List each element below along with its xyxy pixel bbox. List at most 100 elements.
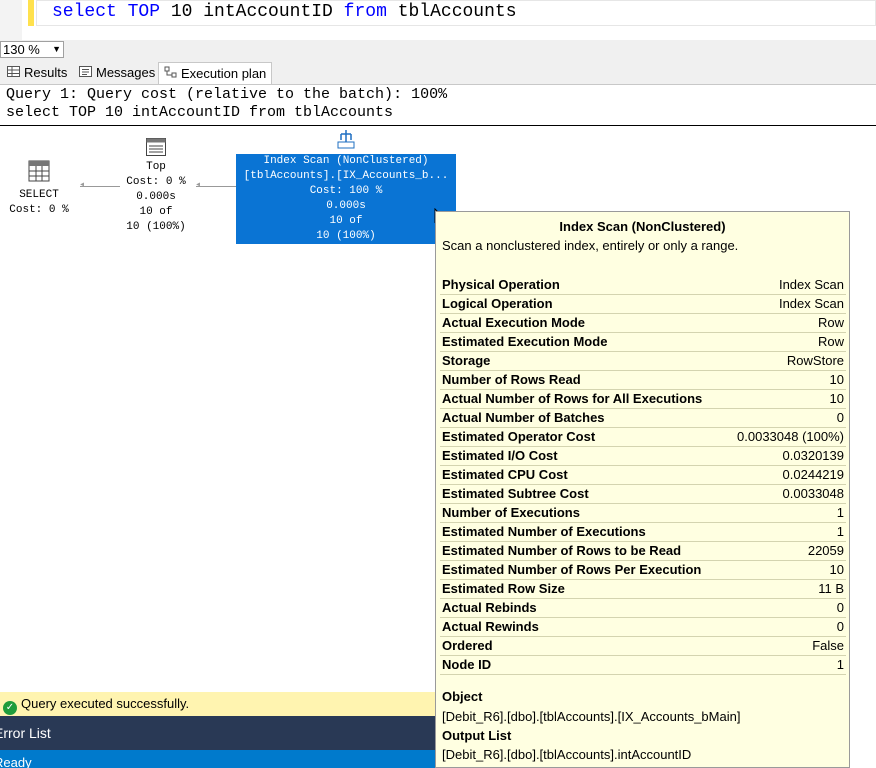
tooltip-row-key: Number of Executions <box>440 503 726 523</box>
index-scan-cost: Cost: 100 % <box>309 185 383 197</box>
check-icon: ✓ <box>3 701 17 715</box>
tooltip-row-key: Estimated I/O Cost <box>440 446 726 466</box>
zoom-select[interactable]: 130 % ▼ <box>0 41 64 58</box>
query-table: tblAccounts <box>386 2 517 22</box>
keyword-select: select <box>52 2 117 22</box>
tooltip-row-value: Row <box>725 313 846 333</box>
top-node-rows: 10 of <box>139 206 173 218</box>
top-node-label: Top <box>146 161 166 173</box>
top-node-time: 0.000s <box>136 191 176 203</box>
tooltip-row: Estimated I/O Cost 0.0320139 <box>440 446 846 466</box>
arrow-head-icon: ◂ <box>78 180 86 191</box>
tooltip-row-value: 1 <box>725 503 846 523</box>
arrow-head-icon: ◂ <box>194 180 202 191</box>
error-list-panel[interactable]: Error List <box>0 716 435 750</box>
tooltip-row-key: Estimated Number of Rows Per Execution <box>440 560 726 580</box>
index-scan-icon <box>334 128 358 150</box>
top-node-cost: Cost: 0 % <box>126 176 186 188</box>
tooltip-row-key: Node ID <box>440 655 726 675</box>
tooltip-row-key: Number of Rows Read <box>440 370 726 390</box>
plan-arrow-2 <box>196 186 236 187</box>
tab-messages-label: Messages <box>96 65 156 80</box>
tooltip-row-key: Estimated Row Size <box>440 579 726 599</box>
query-status-message: Query executed successfully. <box>21 696 190 711</box>
query-cost-header: Query 1: Query cost (relative to the bat… <box>6 86 447 122</box>
tooltip-row-key: Ordered <box>440 636 726 656</box>
tooltip-row-value: 0 <box>725 598 846 618</box>
plan-arrow <box>80 186 120 187</box>
tooltip-row-value: Index Scan <box>725 294 846 314</box>
tooltip-row-key: Logical Operation <box>440 294 726 314</box>
query-statement-line: select TOP 10 intAccountID from tblAccou… <box>6 104 394 121</box>
query-cost-line: Query 1: Query cost (relative to the bat… <box>6 86 448 103</box>
tooltip-row-value: 11 B <box>725 579 846 599</box>
index-scan-object: [tblAccounts].[IX_Accounts_b... <box>243 170 449 182</box>
tooltip-row-value: 0.0033048 <box>725 484 846 504</box>
messages-icon <box>79 62 92 84</box>
tooltip-row-key: Actual Rebinds <box>440 598 726 618</box>
top-node-pct: 10 (100%) <box>126 221 186 233</box>
header-divider <box>0 125 876 126</box>
tooltip-object-value: [Debit_R6].[dbo].[tblAccounts].[IX_Accou… <box>442 709 741 724</box>
query-editor[interactable]: select TOP 10 intAccountID from tblAccou… <box>0 0 876 40</box>
tooltip-row: Estimated Execution Mode Row <box>440 332 846 352</box>
index-scan-pct: 10 (100%) <box>316 230 376 242</box>
select-node[interactable]: SELECT Cost: 0 % <box>4 160 74 218</box>
chevron-down-icon: ▼ <box>52 44 61 54</box>
query-status-bar: ✓ Query executed successfully. <box>0 692 435 716</box>
keyword-top: TOP <box>127 2 161 22</box>
tooltip-row: Estimated Subtree Cost 0.0033048 <box>440 484 846 504</box>
tooltip-row-key: Storage <box>440 351 726 371</box>
tooltip-row: Physical Operation Index Scan <box>440 276 846 295</box>
ready-label: Ready <box>0 755 32 768</box>
tooltip-properties: Physical Operation Index Scan Logical Oper… <box>440 276 846 675</box>
query-text[interactable]: select TOP 10 intAccountID from tblAccou… <box>52 2 517 22</box>
tooltip-row-value: 10 <box>725 370 846 390</box>
tooltip-row: Estimated Number of Executions 1 <box>440 522 846 542</box>
tooltip-row-key: Physical Operation <box>440 276 726 295</box>
tooltip-row-value: RowStore <box>725 351 846 371</box>
tooltip-row: Actual Number of Rows for All Executions… <box>440 389 846 409</box>
index-scan-label: Index Scan (NonClustered) <box>263 155 429 167</box>
index-scan-node[interactable]: Index Scan (NonClustered) [tblAccounts].… <box>236 154 456 244</box>
tooltip-row: Estimated Number of Rows Per Execution 10 <box>440 560 846 580</box>
tooltip-row-key: Actual Number of Batches <box>440 408 726 428</box>
tooltip-row-value: False <box>725 636 846 656</box>
tooltip-row-key: Actual Rewinds <box>440 617 726 637</box>
select-icon <box>4 160 74 188</box>
tab-messages[interactable]: Messages <box>74 62 160 84</box>
tooltip-output-label: Output List <box>442 728 512 743</box>
error-list-label: Error List <box>0 725 51 741</box>
tooltip-row-value: 0.0033048 (100%) <box>725 427 846 447</box>
tooltip-row: Estimated CPU Cost 0.0244219 <box>440 465 846 485</box>
tooltip-row-value: 10 <box>725 389 846 409</box>
tooltip-row-value: 0 <box>725 617 846 637</box>
index-scan-rows: 10 of <box>329 215 363 227</box>
tooltip-row: Actual Execution Mode Row <box>440 313 846 333</box>
tooltip-row: Number of Rows Read 10 <box>440 370 846 390</box>
select-node-label: SELECT <box>19 189 59 201</box>
tooltip-row-key: Estimated Execution Mode <box>440 332 726 352</box>
tab-execution-plan[interactable]: Execution plan <box>158 62 273 85</box>
top-node[interactable]: Top Cost: 0 % 0.000s 10 of 10 (100%) <box>118 138 194 235</box>
tab-results[interactable]: Results <box>2 62 72 84</box>
tooltip-row: Actual Number of Batches 0 <box>440 408 846 428</box>
tooltip-row-key: Actual Execution Mode <box>440 313 726 333</box>
app-status-bar: Ready <box>0 750 435 768</box>
tooltip-row-value: 22059 <box>725 541 846 561</box>
tooltip-row: Actual Rebinds 0 <box>440 598 846 618</box>
tab-results-label: Results <box>24 65 68 80</box>
index-scan-time: 0.000s <box>326 200 366 212</box>
execution-plan-icon <box>164 63 177 85</box>
query-columns: 10 intAccountID <box>160 2 344 22</box>
tooltip-row: Estimated Operator Cost 0.0033048 (100%) <box>440 427 846 447</box>
zoom-bar: 130 % ▼ <box>0 40 876 60</box>
tooltip-row-value: 0 <box>725 408 846 428</box>
tooltip-row-key: Estimated CPU Cost <box>440 465 726 485</box>
tooltip-row-key: Actual Number of Rows for All Executions <box>440 389 726 409</box>
change-indicator <box>28 0 34 26</box>
tooltip-row-key: Estimated Number of Rows to be Read <box>440 541 726 561</box>
tooltip-row: Logical Operation Index Scan <box>440 294 846 314</box>
tooltip-object-label: Object <box>442 689 483 704</box>
tooltip-row: Node ID 1 <box>440 655 846 675</box>
